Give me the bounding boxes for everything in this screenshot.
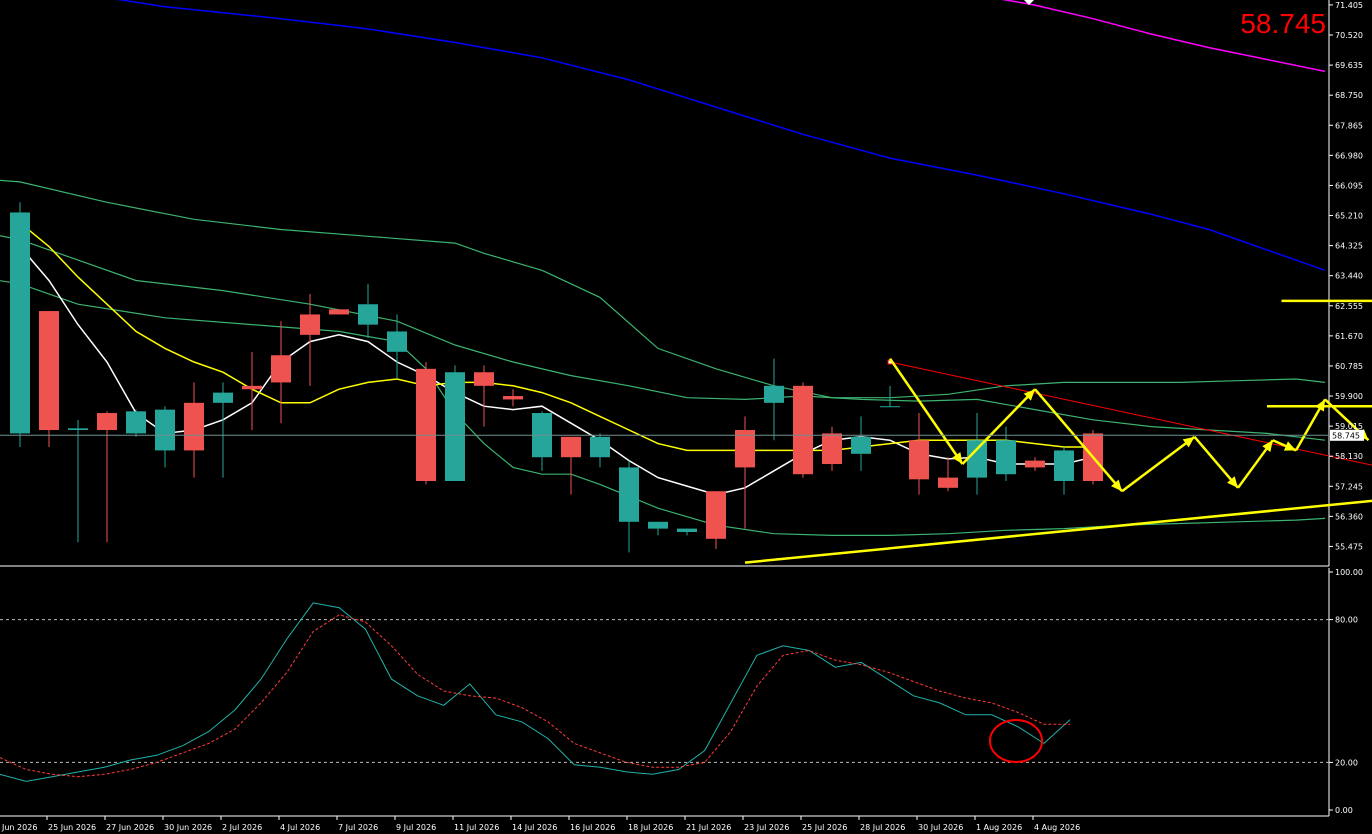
price-tick-label: 67.865: [1335, 121, 1363, 130]
price-tick-label: 55.475: [1335, 542, 1363, 551]
bearish-candle: [271, 355, 291, 383]
date-tick-label: 11 Jul 2026: [454, 823, 499, 832]
stochastic-tick-label: 0.00: [1335, 806, 1353, 815]
date-tick-label: 2 Jul 2026: [222, 823, 262, 832]
bullish-candle: [1054, 450, 1074, 482]
price-tick-label: 68.750: [1335, 91, 1363, 100]
price-tick-label: 62.555: [1335, 302, 1363, 311]
bullish-candle: [387, 331, 407, 352]
date-tick-label: 14 Jul 2026: [512, 823, 557, 832]
date-tick-label: Jun 2026: [1, 823, 37, 832]
bearish-candle: [474, 372, 494, 386]
bearish-candle: [242, 385, 262, 390]
bearish-candle: [97, 413, 117, 431]
price-tick-label: 56.360: [1335, 512, 1363, 521]
date-tick-label: 21 Jul 2026: [686, 823, 731, 832]
current-price-tag-label: 58.745: [1332, 431, 1360, 440]
symbol-price-readout: 58.745: [1240, 8, 1326, 39]
price-tick-label: 66.980: [1335, 151, 1363, 160]
date-tick-label: 1 Aug 2026: [976, 823, 1022, 832]
bearish-candle: [184, 402, 204, 451]
bearish-candle: [1025, 460, 1045, 468]
bearish-candle: [300, 314, 320, 335]
date-tick-label: 18 Jul 2026: [628, 823, 673, 832]
price-tick-label: 59.015: [1335, 422, 1363, 431]
date-tick-label: 4 Aug 2026: [1034, 823, 1080, 832]
bearish-candle: [503, 396, 523, 400]
bullish-candle: [10, 212, 30, 434]
bullish-candle: [677, 528, 697, 533]
date-tick-label: 30 Jun 2026: [164, 823, 212, 832]
stochastic-tick-label: 80.00: [1335, 616, 1358, 625]
date-tick-label: 23 Jul 2026: [744, 823, 789, 832]
bullish-candle: [213, 392, 233, 403]
date-tick-label: 25 Jul 2026: [802, 823, 847, 832]
bullish-candle: [967, 440, 987, 478]
stochastic-tick-label: 100.00: [1335, 568, 1363, 577]
bearish-candle: [416, 368, 436, 482]
price-tick-label: 66.095: [1335, 181, 1363, 190]
price-tick-label: 57.245: [1335, 482, 1363, 491]
bullish-candle: [880, 406, 900, 408]
bearish-candle: [39, 311, 59, 431]
price-tick-label: 70.520: [1335, 31, 1363, 40]
bullish-candle: [68, 428, 88, 431]
price-tick-label: 59.900: [1335, 392, 1363, 401]
date-tick-label: 25 Jun 2026: [48, 823, 96, 832]
price-tick-label: 71.405: [1335, 1, 1363, 10]
bearish-candle: [706, 491, 726, 539]
bullish-candle: [764, 385, 784, 403]
date-tick-label: 28 Jul 2026: [860, 823, 905, 832]
bearish-candle: [822, 433, 842, 465]
bearish-candle: [329, 309, 349, 315]
chart-background: [0, 0, 1372, 834]
date-tick-label: 16 Jul 2026: [570, 823, 615, 832]
bearish-candle: [909, 440, 929, 480]
price-tick-label: 63.440: [1335, 272, 1363, 281]
date-tick-label: 30 Jul 2026: [918, 823, 963, 832]
price-tick-label: 69.635: [1335, 61, 1363, 70]
date-tick-label: 7 Jul 2026: [338, 823, 378, 832]
date-tick-label: 9 Jul 2026: [396, 823, 436, 832]
price-tick-label: 64.325: [1335, 242, 1363, 251]
bearish-candle: [793, 385, 813, 475]
price-tick-label: 58.130: [1335, 452, 1363, 461]
date-tick-label: 27 Jun 2026: [106, 823, 154, 832]
bearish-candle: [561, 436, 581, 458]
bullish-candle: [358, 304, 378, 325]
trading-chart: 71.405 70.520 69.635 68.750 67.865 66.980 66.0…: [0, 0, 1372, 834]
bullish-candle: [155, 409, 175, 451]
bullish-candle: [445, 372, 465, 482]
price-tick-label: 61.670: [1335, 332, 1363, 341]
bullish-candle: [851, 436, 871, 454]
price-tick-label: 65.210: [1335, 212, 1363, 221]
bullish-candle: [648, 521, 668, 529]
stochastic-tick-label: 20.00: [1335, 758, 1358, 767]
bullish-candle: [996, 440, 1016, 475]
bullish-candle: [590, 436, 610, 458]
bullish-candle: [619, 467, 639, 522]
date-tick-label: 4 Jul 2026: [280, 823, 320, 832]
price-tick-label: 60.785: [1335, 362, 1363, 371]
bullish-candle: [126, 411, 146, 434]
bearish-candle: [938, 477, 958, 488]
